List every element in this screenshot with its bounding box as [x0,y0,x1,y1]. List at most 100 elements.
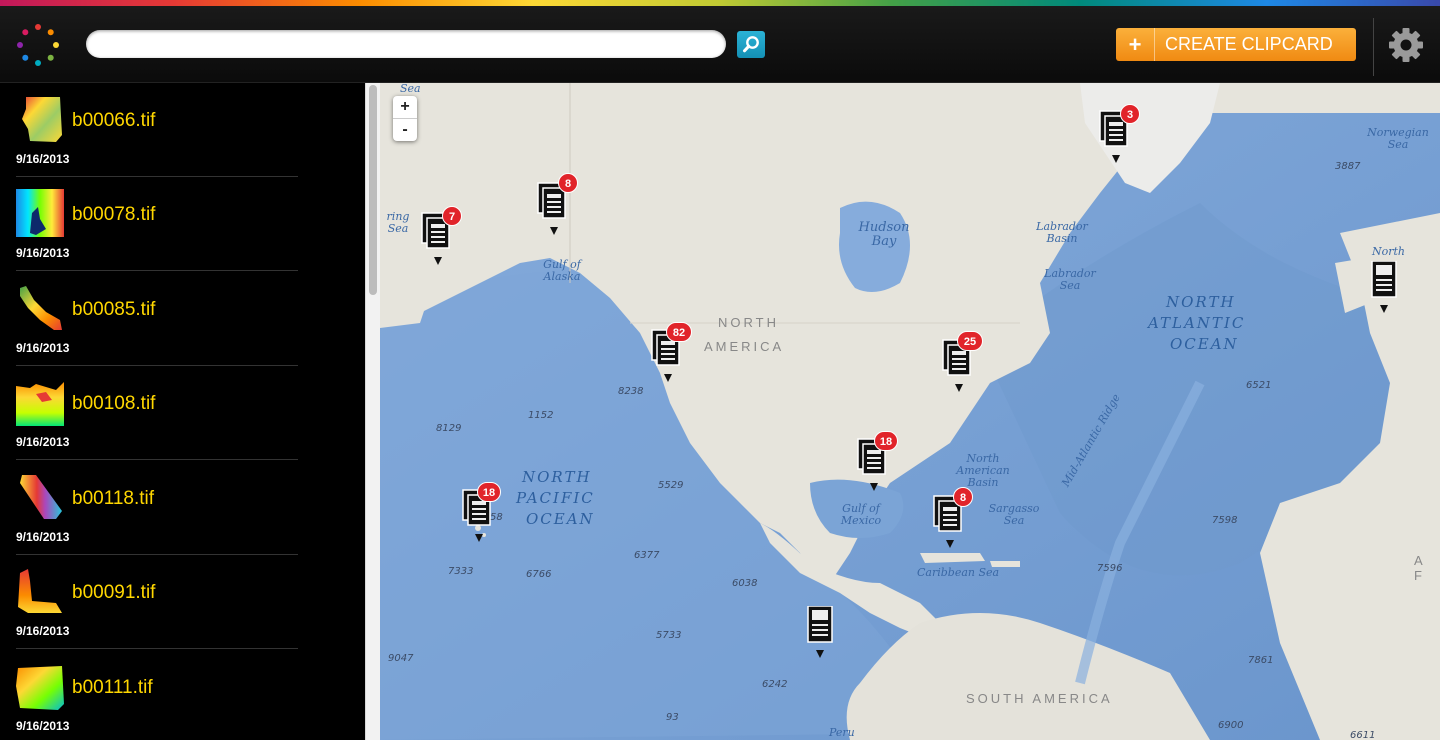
depth-label: 6377 [634,550,660,561]
map-label: Gulf of Alaska [543,258,581,284]
search-button[interactable] [737,31,765,58]
file-date: 9/16/2013 [16,435,70,449]
map-label: Norwegian Sea [1367,126,1429,152]
list-item[interactable]: b00078.tif 9/16/2013 [0,177,298,271]
map-single-marker[interactable] [806,605,842,662]
map-cluster-marker[interactable]: 7 [420,206,462,267]
list-item[interactable]: b00091.tif 9/16/2013 [0,555,298,649]
file-name[interactable]: b00091.tif [72,582,155,604]
file-name[interactable]: b00118.tif [72,488,154,510]
depth-label: 8238 [618,386,644,397]
list-item[interactable]: b00118.tif 9/16/2013 [0,461,298,555]
map-label: A F [1414,553,1425,583]
file-date: 9/16/2013 [16,624,70,638]
map-cluster-marker[interactable]: 25 [941,331,983,394]
cluster-count-badge: 3 [1120,104,1140,124]
depth-label: 6766 [526,569,552,580]
depth-label: 6611 [1350,730,1376,740]
map-label: Gulf of Mexico [840,502,882,528]
search-input[interactable] [86,30,726,58]
depth-label: 93 [666,712,679,723]
map-label: North American Basin [956,452,1010,490]
map-cluster-marker[interactable]: 82 [650,322,692,384]
depth-label: 6038 [732,578,758,589]
list-divider [16,648,298,649]
list-divider [16,459,298,460]
create-clipcard-label: CREATE CLIPCARD [1165,34,1333,54]
raster-thumbnail [16,382,64,426]
raster-thumbnail [20,475,62,519]
scrollbar-thumb[interactable] [369,85,377,295]
map-label: SOUTH AMERICA [966,691,1113,706]
file-name[interactable]: b00111.tif [72,677,153,699]
create-clipcard-button[interactable]: + CREATE CLIPCARD [1116,28,1356,61]
map-label: Labrador Basin [1036,220,1088,246]
file-list: b00066.tif 9/16/2013 b00078.tif 9/16/201… [0,83,365,740]
raster-thumbnail [22,97,62,142]
cluster-count-badge: 8 [953,487,973,507]
list-divider [16,270,298,271]
cluster-count-badge: 18 [477,482,501,502]
file-name[interactable]: b00066.tif [72,110,155,132]
sidebar-scrollbar[interactable] [365,83,381,740]
raster-thumbnail [18,569,62,613]
file-name[interactable]: b00078.tif [72,204,155,226]
map-label: NORTH [1166,293,1236,311]
depth-label: 6900 [1218,720,1244,731]
map-cluster-marker[interactable]: 18 [856,431,898,493]
depth-label: 6242 [762,679,788,690]
depth-label: 1152 [528,410,554,421]
depth-label: 6521 [1246,380,1272,391]
list-item[interactable]: b00066.tif 9/16/2013 [0,83,298,177]
map-label: Caribbean Sea [917,566,1000,579]
raster-thumbnail [16,666,64,710]
map-label: ATLANTIC [1148,314,1246,332]
depth-label: 3887 [1335,161,1361,172]
map-cluster-marker[interactable]: 8 [932,487,973,550]
depth-label: 7598 [1212,515,1238,526]
document-icon [1371,260,1397,313]
map-cluster-marker[interactable]: 8 [536,173,578,237]
zoom-out-button[interactable]: - [393,119,417,141]
depth-label: 7333 [448,566,474,577]
map-label: Hudson Bay [858,220,910,250]
map-label: Sea [400,83,421,95]
file-date: 9/16/2013 [16,246,70,260]
file-name[interactable]: b00108.tif [72,393,155,415]
map-label: OCEAN [526,510,595,528]
map-label: OCEAN [1170,335,1239,353]
file-date: 9/16/2013 [16,152,70,166]
zoom-in-button[interactable]: + [393,96,417,119]
map-label: NORTH [522,468,592,486]
document-icon [807,605,833,658]
file-date: 9/16/2013 [16,530,70,544]
map-label: Labrador Sea [1044,267,1096,293]
map-single-marker[interactable] [1370,260,1406,317]
list-item[interactable]: b00108.tif 9/16/2013 [0,366,298,460]
depth-label: 7861 [1248,655,1274,666]
header-divider [1373,18,1374,76]
top-bar: + CREATE CLIPCARD [0,6,1440,83]
file-name[interactable]: b00085.tif [72,299,155,321]
depth-label: 9047 [388,653,414,664]
plus-icon: + [1116,28,1155,61]
map-label: North [1372,245,1406,258]
list-item[interactable]: b00111.tif 9/16/2013 [0,650,298,740]
file-date: 9/16/2013 [16,719,70,733]
app-logo-icon[interactable] [15,22,61,68]
gear-icon[interactable] [1387,26,1425,64]
file-date: 9/16/2013 [16,341,70,355]
zoom-control: + - [393,96,417,141]
depth-label: 5529 [658,480,684,491]
cluster-count-badge: 7 [442,206,462,226]
search-icon [743,36,759,53]
list-item[interactable]: b00085.tif 9/16/2013 [0,272,298,366]
cluster-count-badge: 82 [666,322,692,342]
map-cluster-marker[interactable]: 18 [461,482,501,544]
depth-label: 8129 [436,423,462,434]
map-label: ring Sea [386,210,410,236]
map-label: NORTH [718,315,779,330]
map-label: AMERICA [704,339,785,354]
map-cluster-marker[interactable]: 3 [1098,104,1140,165]
map-view[interactable]: NORTH AMERICA SOUTH AMERICA NORTH PACIFI… [380,83,1440,740]
